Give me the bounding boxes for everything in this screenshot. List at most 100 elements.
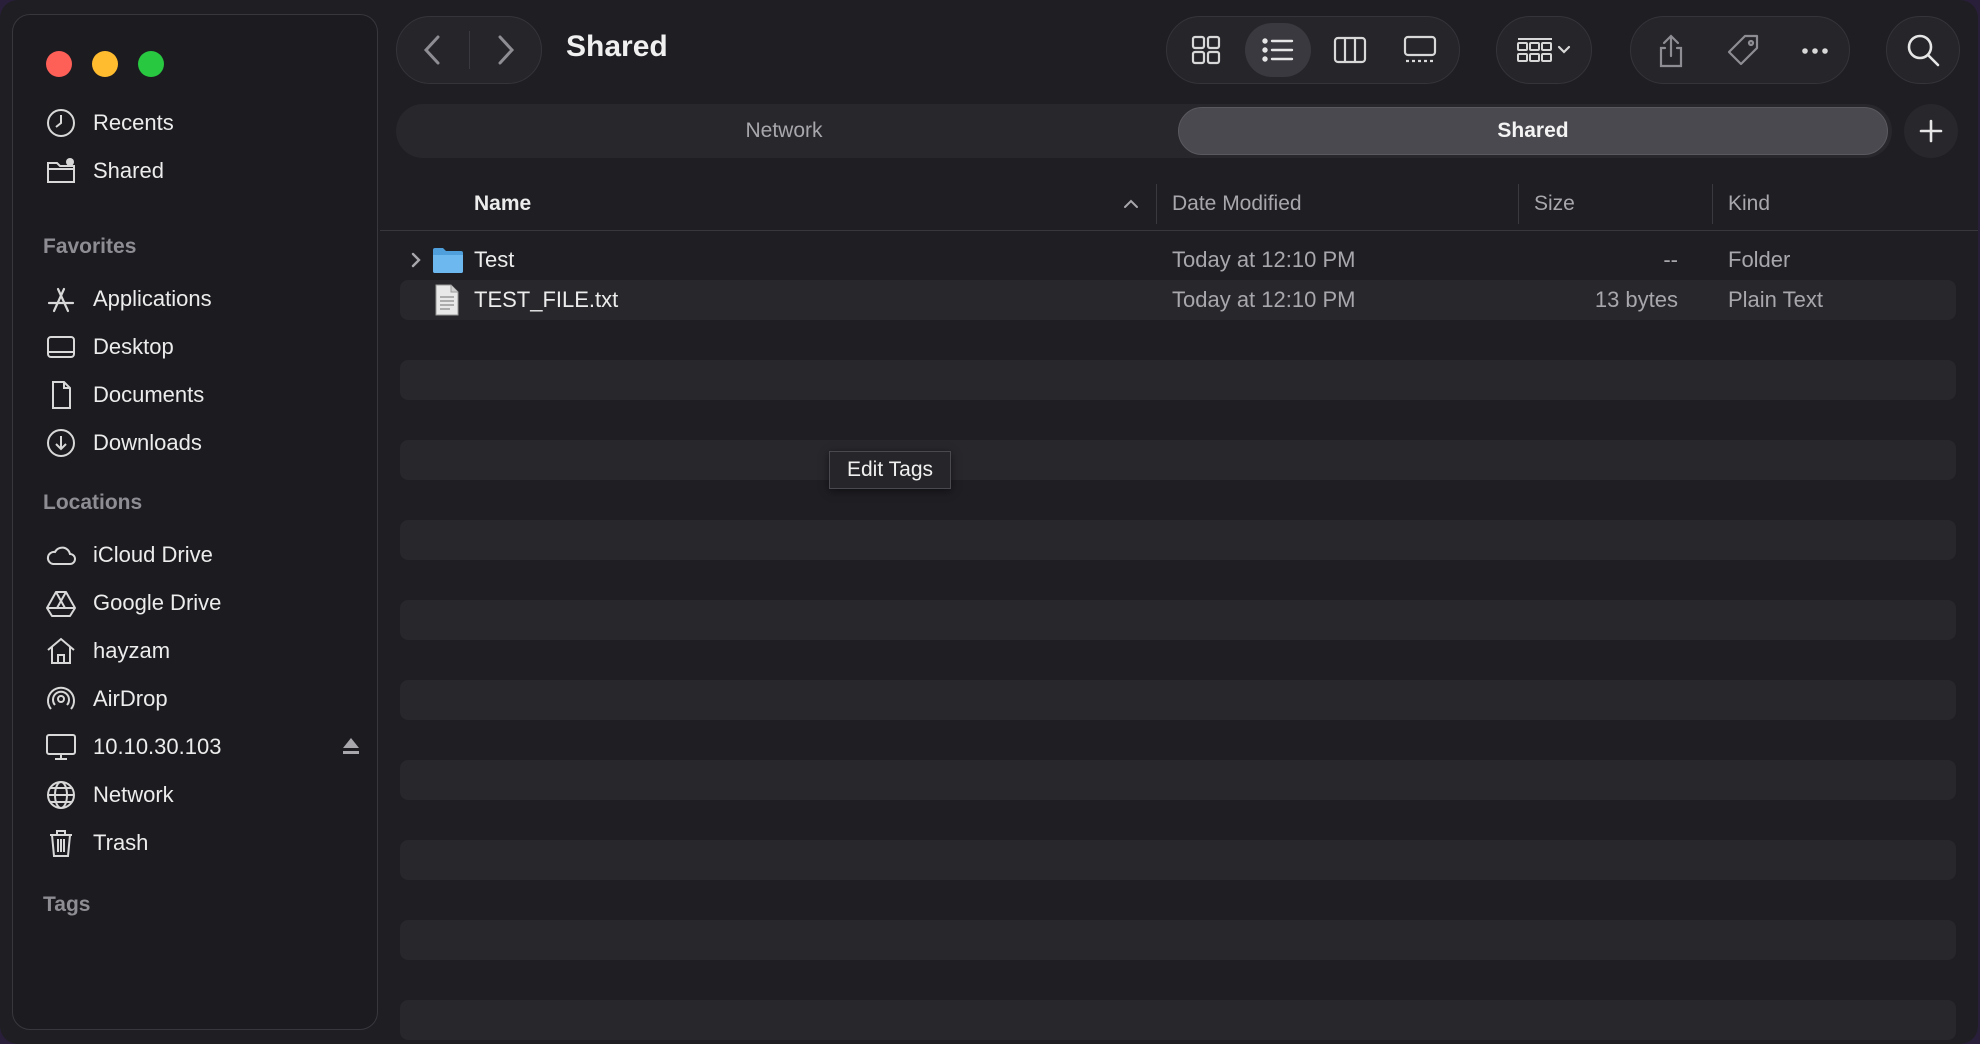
download-icon [43, 425, 79, 461]
size-column-header[interactable]: Size [1534, 178, 1575, 230]
sidebar-item-label: Applications [93, 286, 212, 311]
shared-folder-icon [43, 153, 79, 189]
new-tab-button[interactable] [1904, 104, 1958, 158]
sidebar-item-trash[interactable]: Trash [43, 825, 363, 861]
file-date: Today at 12:10 PM [1172, 247, 1356, 272]
chevron-left-icon [423, 35, 440, 65]
name-column-header[interactable]: Name [474, 178, 531, 230]
gallery-icon [1403, 35, 1437, 63]
icon-view-button[interactable] [1173, 23, 1239, 77]
sidebar-item-server[interactable]: 10.10.30.103 [43, 729, 363, 765]
grid-icon [1191, 35, 1221, 65]
navigation-buttons [396, 16, 542, 84]
trash-icon [43, 825, 79, 861]
sidebar-item-label: hayzam [93, 638, 171, 663]
sidebar-item-desktop[interactable]: Desktop [43, 329, 363, 365]
sidebar-item-network[interactable]: Network [43, 777, 363, 813]
tag-icon [1727, 34, 1759, 66]
window-title: Shared [566, 30, 668, 63]
eject-icon[interactable] [339, 734, 363, 758]
tab-network[interactable]: Network [398, 107, 1170, 155]
sidebar-item-label: Google Drive [93, 590, 222, 615]
action-buttons [1630, 16, 1850, 84]
sidebar-item-label: Desktop [93, 334, 174, 359]
table-row[interactable]: TEST_FILE.txt Today at 12:10 PM 13 bytes… [400, 280, 1956, 320]
disclosure-triangle-icon[interactable] [408, 240, 424, 280]
sidebar-item-label: Trash [93, 830, 149, 855]
monitor-icon [43, 729, 79, 765]
empty-row-stripe [400, 440, 1956, 480]
more-actions-button[interactable] [1787, 25, 1843, 77]
column-divider[interactable] [1712, 184, 1713, 224]
sidebar-item-shared[interactable]: Shared [43, 153, 363, 189]
search-icon [1907, 34, 1940, 67]
edit-tags-button[interactable] [1715, 25, 1771, 77]
file-name: Test [474, 247, 515, 272]
kind-column-header[interactable]: Kind [1728, 178, 1770, 230]
list-view-button[interactable] [1245, 23, 1311, 77]
sidebar-item-airdrop[interactable]: AirDrop [43, 681, 363, 717]
sidebar-item-label: Shared [93, 158, 164, 183]
back-button[interactable] [397, 17, 469, 83]
file-name: TEST_FILE.txt [474, 287, 619, 312]
sidebar-item-label: 10.10.30.103 [93, 734, 222, 759]
folder-icon [432, 240, 464, 280]
gallery-view-button[interactable] [1387, 23, 1453, 77]
applications-icon [43, 281, 79, 317]
empty-row-stripe [400, 360, 1956, 400]
chevron-right-icon [498, 35, 515, 65]
group-by-button[interactable] [1496, 16, 1592, 84]
sidebar-item-label: Documents [93, 382, 205, 407]
date-modified-column-header[interactable]: Date Modified [1172, 178, 1302, 230]
empty-row-stripe [400, 520, 1956, 560]
column-view-button[interactable] [1317, 23, 1383, 77]
column-divider[interactable] [1518, 184, 1519, 224]
sidebar-item-recents[interactable]: Recents [43, 105, 363, 141]
file-kind: Folder [1728, 247, 1791, 272]
locations-section-label: Locations [43, 491, 143, 514]
airdrop-icon [43, 681, 79, 717]
tab-shared[interactable]: Shared [1178, 107, 1888, 155]
sidebar-item-downloads[interactable]: Downloads [43, 425, 363, 461]
column-divider[interactable] [1156, 184, 1157, 224]
plus-icon [1919, 119, 1943, 143]
table-row[interactable]: Test Today at 12:10 PM -- Folder [400, 240, 1956, 280]
empty-row-stripe [400, 600, 1956, 640]
column-header: Name Date Modified Size Kind [380, 178, 1978, 231]
list-icon [1262, 38, 1294, 62]
desktop-icon [43, 329, 79, 365]
file-kind: Plain Text [1728, 287, 1823, 312]
empty-row-stripe [400, 1000, 1956, 1040]
share-icon [1659, 34, 1683, 68]
sidebar-item-google-drive[interactable]: Google Drive [43, 585, 363, 621]
empty-row-stripe [400, 840, 1956, 880]
favorites-section-label: Favorites [43, 235, 137, 258]
search-button[interactable] [1886, 16, 1960, 84]
sidebar-item-label: iCloud Drive [93, 542, 213, 567]
forward-button[interactable] [470, 17, 542, 83]
home-icon [43, 633, 79, 669]
globe-icon [43, 777, 79, 813]
sidebar-item-label: AirDrop [93, 686, 168, 711]
close-window-button[interactable] [46, 51, 72, 77]
sidebar-item-icloud-drive[interactable]: iCloud Drive [43, 537, 363, 573]
tags-section-label: Tags [43, 893, 91, 916]
sidebar-item-label: Network [93, 782, 174, 807]
share-button[interactable] [1643, 25, 1699, 77]
sidebar-item-hayzam[interactable]: hayzam [43, 633, 363, 669]
minimize-window-button[interactable] [92, 51, 118, 77]
google-drive-icon [43, 585, 79, 621]
cloud-icon [43, 537, 79, 573]
zoom-window-button[interactable] [138, 51, 164, 77]
finder-window: Recents Shared Favorites Applications De… [0, 0, 1978, 1044]
columns-icon [1333, 36, 1367, 64]
document-icon [43, 377, 79, 413]
sidebar-item-documents[interactable]: Documents [43, 377, 363, 413]
sidebar: Recents Shared Favorites Applications De… [12, 14, 378, 1030]
sort-ascending-icon[interactable] [1122, 178, 1140, 230]
clock-icon [43, 105, 79, 141]
empty-row-stripe [400, 920, 1956, 960]
sidebar-item-applications[interactable]: Applications [43, 281, 363, 317]
ellipsis-icon [1802, 48, 1828, 54]
sidebar-item-label: Downloads [93, 430, 202, 455]
